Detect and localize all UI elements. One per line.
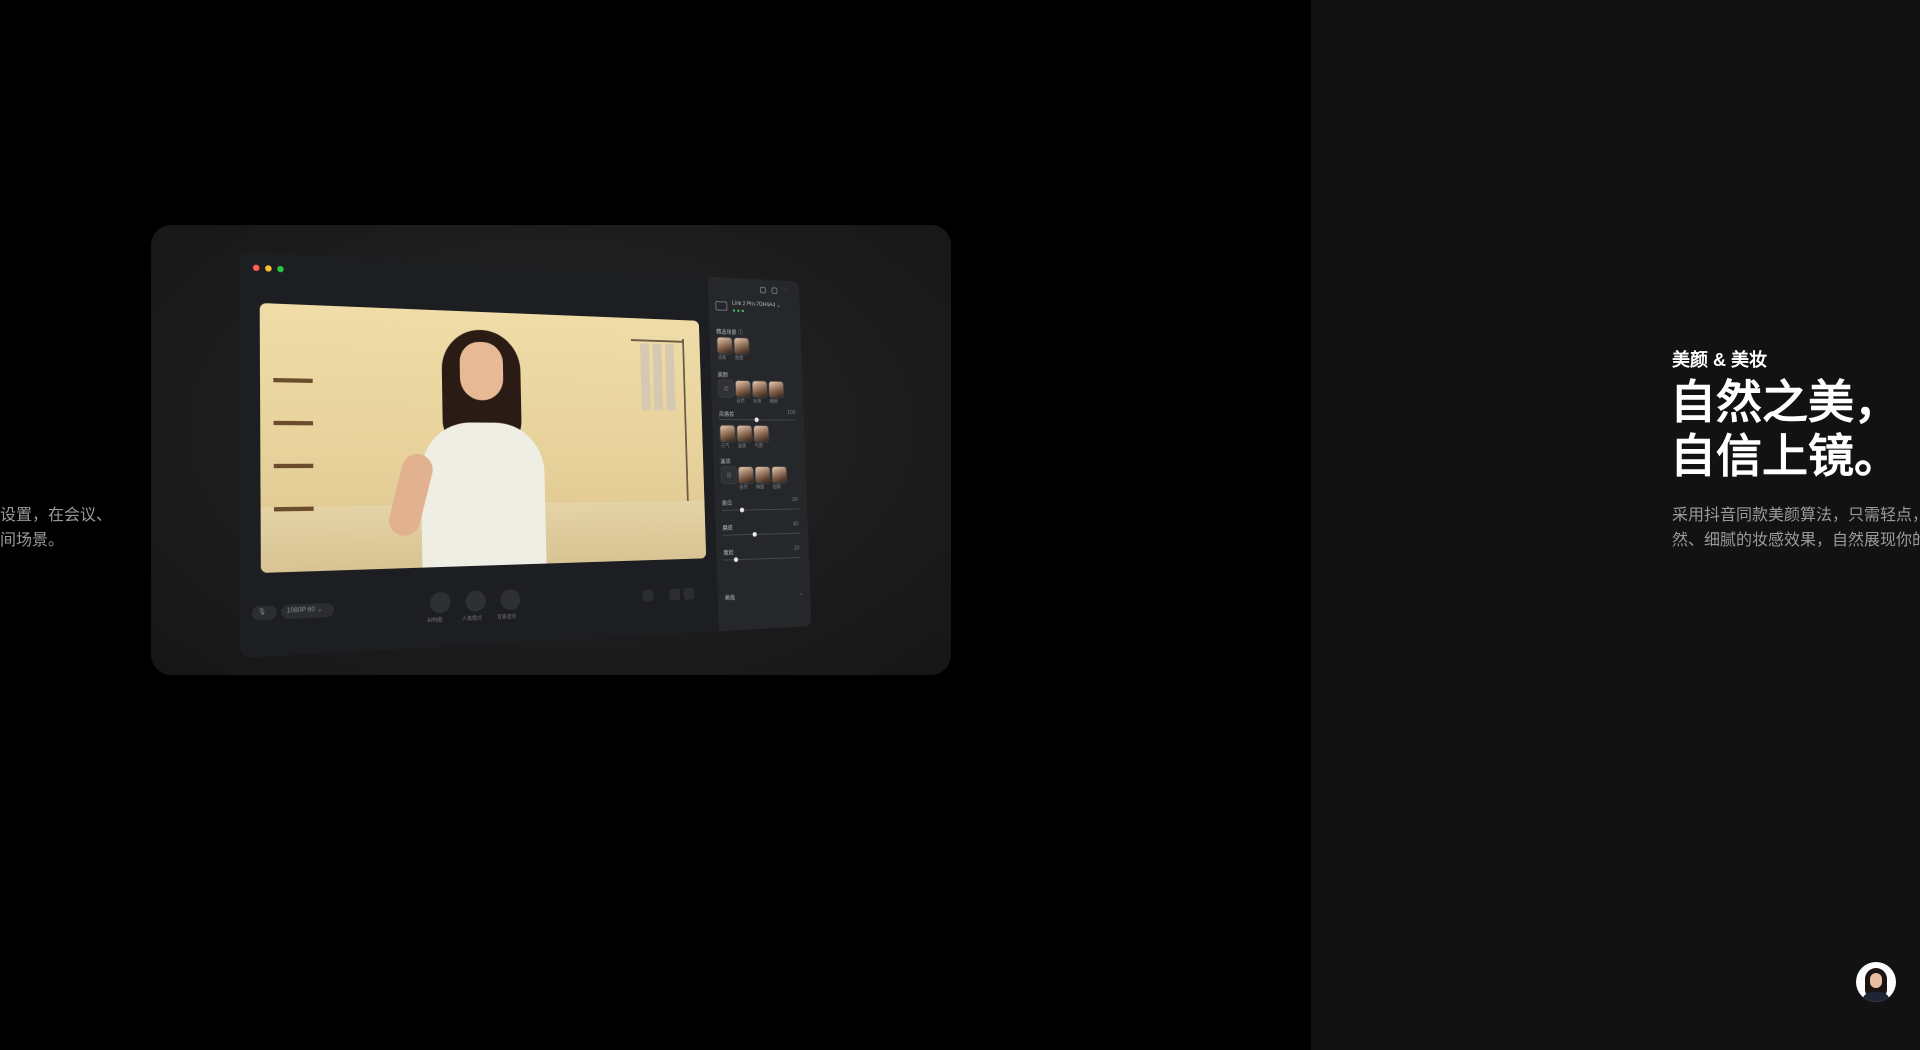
filter-thumb[interactable] [753, 424, 770, 443]
beauty-thumb[interactable] [751, 380, 768, 399]
device-status: ● ● ● [732, 308, 745, 315]
slider-knob[interactable] [752, 531, 757, 537]
settings-sidebar: ··· Link 2 Pro-7DH4A4 ⌄ ● ● ● 精选场景 ⓘ 清新 … [707, 276, 812, 632]
description-line-1: 采用抖音同款美颜算法，只需轻点， [1672, 507, 1920, 524]
shelf-3 [273, 463, 314, 469]
app-main-area: 🎙 1080P 60 ⌄ AI构图 人像模式 背景虚化 [239, 251, 719, 658]
portrait-mode-button[interactable] [465, 590, 486, 612]
product-showcase-card: 🎙 1080P 60 ⌄ AI构图 人像模式 背景虚化 ··· Link 2 P… [151, 225, 951, 675]
headline-line-2: 自信上镜。 [1670, 430, 1900, 482]
hanging-cloth [664, 344, 676, 411]
makeup-name: 甜美 [772, 484, 782, 491]
minimize-dot-icon[interactable] [265, 265, 272, 272]
avatar-body [1862, 992, 1890, 1002]
chevron-down-icon[interactable]: ⌄ [799, 590, 803, 597]
clothes-rack-bar [630, 339, 684, 343]
filter-label: 风格妆 [718, 412, 735, 419]
resolution-select[interactable]: 1080P 60 ⌄ [281, 602, 335, 620]
makeup-label: 美妆 [720, 459, 731, 466]
beauty-thumb[interactable] [734, 379, 752, 398]
user-icon[interactable] [759, 286, 766, 294]
section-kicker: 美颜 & 美妆 [1672, 350, 1768, 370]
beauty-thumb[interactable] [768, 380, 785, 399]
settings-icon[interactable] [771, 287, 778, 294]
filter-value: 100 [787, 410, 796, 417]
makeup-name: 精致 [755, 484, 765, 491]
app-window-mockup: 🎙 1080P 60 ⌄ AI构图 人像模式 背景虚化 ··· Link 2 P… [239, 251, 812, 658]
beauty-name: 精致 [769, 399, 779, 405]
headline-line-1: 自然之美， [1670, 376, 1900, 428]
slider-track[interactable] [721, 508, 800, 511]
beauty-label: 美颜 [717, 372, 728, 379]
scene-name: 质感 [734, 355, 744, 362]
left-caption-line-1: 设置，在会议、 [0, 507, 113, 524]
slider-label: 磨皮 [722, 525, 733, 532]
left-caption-line-2: 间场景。 [0, 532, 65, 549]
left-caption: 设置，在会议、 间场景。 [0, 503, 112, 553]
more-icon[interactable]: ··· [784, 287, 789, 293]
filter-name: 元气 [720, 443, 730, 450]
slider-value: 30 [792, 497, 798, 504]
ai-framing-button[interactable] [429, 591, 451, 614]
background-blur-label: 背景虚化 [496, 613, 517, 621]
scene-name: 清新 [717, 355, 727, 361]
hanging-cloth [640, 343, 651, 411]
clothes-rack-pole [682, 338, 689, 501]
device-name[interactable]: Link 2 Pro-7DH4A4 ⌄ [732, 300, 781, 309]
slider-knob[interactable] [733, 557, 739, 563]
camera-preview [259, 302, 707, 573]
bottom-toolbar: 🎙 1080P 60 ⌄ AI构图 人像模式 背景虚化 [241, 577, 719, 640]
filter-name: 气质 [754, 443, 764, 450]
hanging-cloth [652, 343, 664, 411]
portrait-mode-label: 人像模式 [461, 615, 483, 623]
slider-label: 美白 [721, 501, 733, 508]
maximize-dot-icon[interactable] [277, 265, 284, 273]
rotate-icon[interactable] [642, 589, 654, 602]
makeup-thumb[interactable] [771, 465, 788, 484]
shelf-1 [273, 377, 313, 383]
shelf-2 [273, 420, 314, 426]
none-option-icon[interactable]: ⊘ [717, 379, 735, 398]
shelf-4 [273, 506, 314, 512]
scene-thumb[interactable] [716, 336, 734, 355]
makeup-thumb[interactable] [754, 465, 771, 484]
section-headline: 自然之美， 自信上镜。 [1670, 375, 1900, 483]
section-description: 采用抖音同款美颜算法，只需轻点， 然、细腻的妆感效果，自然展现你的 [1672, 503, 1920, 553]
window-controls [252, 264, 284, 273]
slider-value: 20 [793, 545, 800, 552]
slider-label: 瘦脸 [723, 550, 734, 557]
advanced-label[interactable]: 高级 [725, 593, 736, 602]
description-line-2: 然、细腻的妆感效果，自然展现你的 [1672, 532, 1920, 549]
slider-value: 40 [792, 521, 799, 528]
slider-knob[interactable] [739, 507, 745, 513]
close-dot-icon[interactable] [252, 264, 260, 272]
grid-icon[interactable] [669, 588, 681, 601]
adjust-sliders [708, 277, 799, 282]
scene-thumb[interactable] [733, 337, 750, 356]
scenes-label: 精选场景 ⓘ [716, 329, 744, 337]
none-option-icon[interactable]: ⊘ [720, 466, 738, 485]
filter-name: 温柔 [737, 443, 747, 450]
assistant-avatar-button[interactable] [1856, 962, 1896, 1002]
filter-slider-knob[interactable] [754, 417, 759, 423]
mic-icon: 🎙 [257, 609, 267, 617]
slider-track[interactable] [722, 532, 800, 536]
filter-thumb[interactable] [719, 424, 736, 443]
record-icon[interactable] [683, 587, 695, 600]
avatar-face [1870, 973, 1882, 988]
beauty-name: 自然 [736, 398, 745, 405]
ai-framing-label: AI构图 [427, 617, 443, 625]
makeup-thumb[interactable] [737, 466, 755, 485]
person-face [459, 341, 504, 401]
background-blur-button[interactable] [500, 588, 521, 611]
makeup-name: 自然 [739, 484, 748, 491]
filter-thumb[interactable] [736, 424, 753, 443]
camera-icon [715, 301, 728, 311]
person-body [420, 422, 547, 573]
mic-select[interactable]: 🎙 [251, 605, 277, 621]
beauty-name: 标准 [752, 398, 762, 405]
